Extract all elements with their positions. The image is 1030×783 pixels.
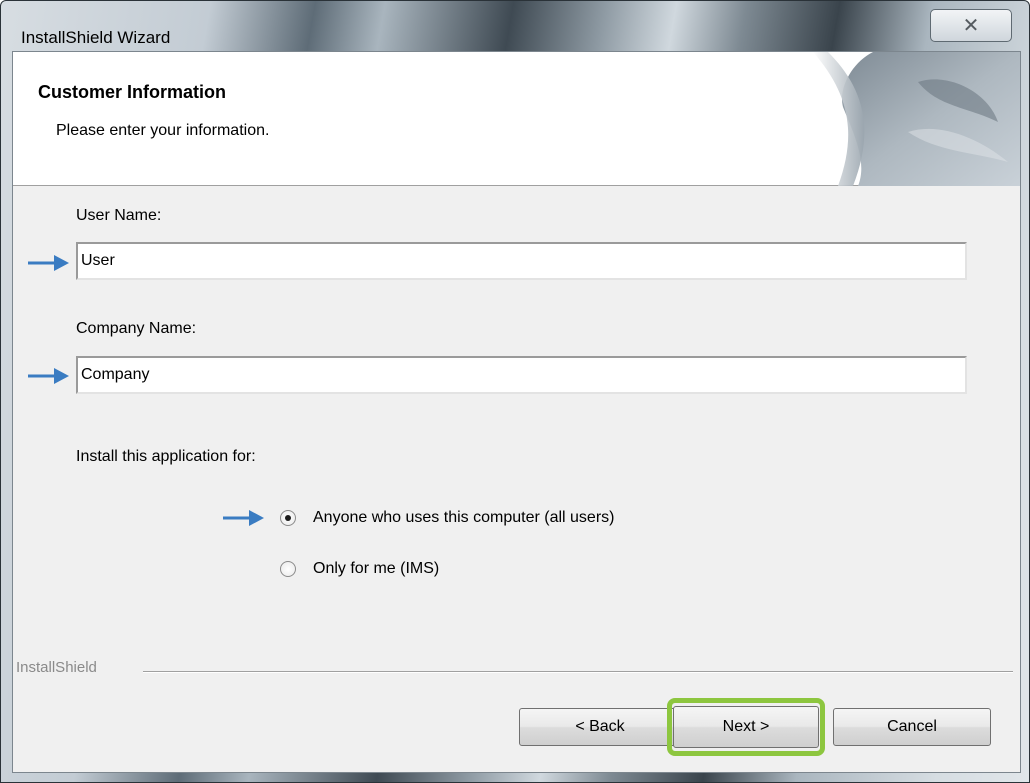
next-button[interactable]: Next > (673, 706, 819, 748)
radio-selected-dot (285, 515, 291, 521)
install-for-label: Install this application for: (76, 448, 256, 465)
arrow-right-icon (223, 510, 264, 526)
wizard-client-area: Customer Information Please enter your i… (12, 51, 1021, 773)
page-subtitle: Please enter your information. (56, 122, 270, 139)
window-title: InstallShield Wizard (21, 28, 171, 47)
company-name-label: Company Name: (76, 320, 197, 337)
cancel-button[interactable]: Cancel (833, 708, 991, 746)
user-name-value: User (81, 252, 115, 269)
user-name-field[interactable]: User (76, 242, 967, 280)
installshield-brand: InstallShield (16, 659, 97, 676)
back-button[interactable]: < Back (519, 708, 681, 746)
radio-only-me[interactable] (280, 561, 296, 577)
installer-window: InstallShield Wizard ✕ Customer Informat… (0, 0, 1030, 783)
radio-all-users[interactable] (280, 510, 296, 526)
footer-divider (143, 671, 1013, 672)
option-all-users-label[interactable]: Anyone who uses this computer (all users… (313, 509, 614, 527)
company-name-field[interactable]: Company (76, 356, 967, 394)
close-icon: ✕ (962, 14, 980, 37)
page-title: Customer Information (38, 82, 227, 102)
company-name-value: Company (81, 366, 150, 383)
arrow-right-icon (28, 255, 69, 271)
user-name-label: User Name: (76, 207, 162, 224)
wizard-header: Customer Information Please enter your i… (13, 52, 1020, 186)
arrow-right-icon (28, 368, 69, 384)
option-only-me-label[interactable]: Only for me (IMS) (313, 560, 439, 578)
close-button[interactable]: ✕ (930, 9, 1012, 42)
installshield-logo-graphic (813, 52, 1020, 186)
